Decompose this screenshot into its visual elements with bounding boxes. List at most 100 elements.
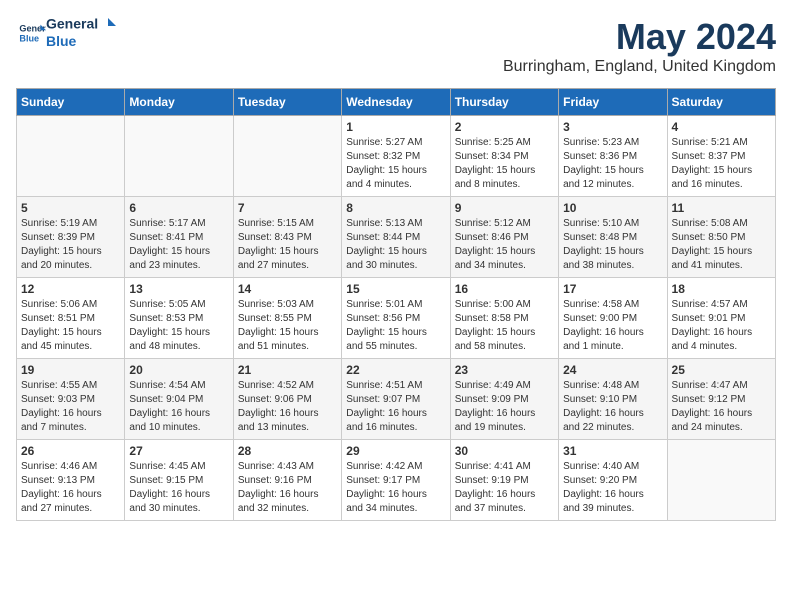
calendar-cell: 8Sunrise: 5:13 AM Sunset: 8:44 PM Daylig… bbox=[342, 197, 450, 278]
day-info: Sunrise: 4:46 AM Sunset: 9:13 PM Dayligh… bbox=[21, 460, 120, 516]
logo: General Blue General Blue bbox=[16, 16, 116, 49]
weekday-header-wednesday: Wednesday bbox=[342, 89, 450, 116]
logo-text: General Blue bbox=[46, 16, 116, 49]
calendar-cell: 2 Sunrise: 5:25 AM Sunset: 8:34 PM Daylig… bbox=[450, 116, 558, 197]
day-info: Sunrise: 5:06 AM Sunset: 8:51 PM Dayligh… bbox=[21, 298, 120, 354]
day-info: Sunrise: 5:15 AM Sunset: 8:43 PM Dayligh… bbox=[238, 217, 337, 273]
day-info: Sunrise: 5:23 AM Sunset: 8:36 PM Dayligh… bbox=[563, 136, 662, 192]
calendar-cell: 28Sunrise: 4:43 AM Sunset: 9:16 PM Dayli… bbox=[233, 440, 341, 521]
day-info: Sunrise: 5:13 AM Sunset: 8:44 PM Dayligh… bbox=[346, 217, 445, 273]
calendar-cell bbox=[17, 116, 125, 197]
calendar-cell: 31Sunrise: 4:40 AM Sunset: 9:20 PM Dayli… bbox=[559, 440, 667, 521]
day-number: 13 bbox=[129, 282, 228, 296]
day-info: Sunrise: 5:17 AM Sunset: 8:41 PM Dayligh… bbox=[129, 217, 228, 273]
calendar-cell: 15 Sunrise: 5:01 AM Sunset: 8:56 PM Dayli… bbox=[342, 278, 450, 359]
day-number: 18 bbox=[672, 282, 771, 296]
day-info: Sunrise: 5:12 AM Sunset: 8:46 PM Dayligh… bbox=[455, 217, 554, 273]
day-info: Sunrise: 5:03 AM Sunset: 8:55 PM Dayligh… bbox=[238, 298, 337, 354]
day-number: 22 bbox=[346, 363, 445, 377]
day-info: Sunrise: 5:10 AM Sunset: 8:48 PM Dayligh… bbox=[563, 217, 662, 273]
calendar-cell: 3 Sunrise: 5:23 AM Sunset: 8:36 PM Daylig… bbox=[559, 116, 667, 197]
day-info: Sunrise: 5:05 AM Sunset: 8:53 PM Dayligh… bbox=[129, 298, 228, 354]
day-number: 11 bbox=[672, 201, 771, 215]
day-info: Sunrise: 4:54 AM Sunset: 9:04 PM Dayligh… bbox=[129, 379, 228, 435]
calendar-cell: 30 Sunrise: 4:41 AM Sunset: 9:19 PM Dayli… bbox=[450, 440, 558, 521]
calendar-table: SundayMondayTuesdayWednesdayThursdayFrid… bbox=[16, 88, 776, 521]
day-info: Sunrise: 4:48 AM Sunset: 9:10 PM Dayligh… bbox=[563, 379, 662, 435]
calendar-cell bbox=[125, 116, 233, 197]
day-info: Sunrise: 4:41 AM Sunset: 9:19 PM Dayligh… bbox=[455, 460, 554, 516]
day-number: 15 bbox=[346, 282, 445, 296]
title-area: May 2024 Burringham, England, United Kin… bbox=[503, 16, 776, 76]
calendar-cell: 17Sunrise: 4:58 AM Sunset: 9:00 PM Dayli… bbox=[559, 278, 667, 359]
day-number: 9 bbox=[455, 201, 554, 215]
day-info: Sunrise: 5:21 AM Sunset: 8:37 PM Dayligh… bbox=[672, 136, 771, 192]
day-number: 26 bbox=[21, 444, 120, 458]
day-number: 4 bbox=[672, 120, 771, 134]
day-info: Sunrise: 4:58 AM Sunset: 9:00 PM Dayligh… bbox=[563, 298, 662, 354]
day-number: 16 bbox=[455, 282, 554, 296]
calendar-cell: 22 Sunrise: 4:51 AM Sunset: 9:07 PM Dayli… bbox=[342, 359, 450, 440]
day-info: Sunrise: 4:49 AM Sunset: 9:09 PM Dayligh… bbox=[455, 379, 554, 435]
day-info: Sunrise: 4:55 AM Sunset: 9:03 PM Dayligh… bbox=[21, 379, 120, 435]
calendar-cell: 19 Sunrise: 4:55 AM Sunset: 9:03 PM Dayli… bbox=[17, 359, 125, 440]
svg-text:Blue: Blue bbox=[19, 33, 39, 43]
day-number: 12 bbox=[21, 282, 120, 296]
day-number: 2 bbox=[455, 120, 554, 134]
calendar-cell: 1Sunrise: 5:27 AM Sunset: 8:32 PM Daylig… bbox=[342, 116, 450, 197]
calendar-cell: 26 Sunrise: 4:46 AM Sunset: 9:13 PM Dayli… bbox=[17, 440, 125, 521]
calendar-week-row: 12 Sunrise: 5:06 AM Sunset: 8:51 PM Dayli… bbox=[17, 278, 776, 359]
calendar-cell: 5Sunrise: 5:19 AM Sunset: 8:39 PM Daylig… bbox=[17, 197, 125, 278]
day-number: 30 bbox=[455, 444, 554, 458]
calendar-cell: 13 Sunrise: 5:05 AM Sunset: 8:53 PM Dayli… bbox=[125, 278, 233, 359]
day-info: Sunrise: 4:42 AM Sunset: 9:17 PM Dayligh… bbox=[346, 460, 445, 516]
day-info: Sunrise: 5:00 AM Sunset: 8:58 PM Dayligh… bbox=[455, 298, 554, 354]
calendar-cell: 21 Sunrise: 4:52 AM Sunset: 9:06 PM Dayli… bbox=[233, 359, 341, 440]
weekday-header-friday: Friday bbox=[559, 89, 667, 116]
day-number: 14 bbox=[238, 282, 337, 296]
calendar-cell: 16 Sunrise: 5:00 AM Sunset: 8:58 PM Dayli… bbox=[450, 278, 558, 359]
calendar-cell: 10 Sunrise: 5:10 AM Sunset: 8:48 PM Dayli… bbox=[559, 197, 667, 278]
day-number: 29 bbox=[346, 444, 445, 458]
day-number: 20 bbox=[129, 363, 228, 377]
day-info: Sunrise: 4:43 AM Sunset: 9:16 PM Dayligh… bbox=[238, 460, 337, 516]
day-info: Sunrise: 4:57 AM Sunset: 9:01 PM Dayligh… bbox=[672, 298, 771, 354]
day-info: Sunrise: 5:25 AM Sunset: 8:34 PM Dayligh… bbox=[455, 136, 554, 192]
day-number: 27 bbox=[129, 444, 228, 458]
day-number: 10 bbox=[563, 201, 662, 215]
weekday-header-row: SundayMondayTuesdayWednesdayThursdayFrid… bbox=[17, 89, 776, 116]
logo-icon: General Blue bbox=[18, 19, 46, 47]
calendar-week-row: 26 Sunrise: 4:46 AM Sunset: 9:13 PM Dayli… bbox=[17, 440, 776, 521]
calendar-week-row: 5Sunrise: 5:19 AM Sunset: 8:39 PM Daylig… bbox=[17, 197, 776, 278]
location: Burringham, England, United Kingdom bbox=[503, 58, 776, 76]
calendar-cell: 29 Sunrise: 4:42 AM Sunset: 9:17 PM Dayli… bbox=[342, 440, 450, 521]
month-title: May 2024 bbox=[503, 16, 776, 58]
day-info: Sunrise: 5:01 AM Sunset: 8:56 PM Dayligh… bbox=[346, 298, 445, 354]
calendar-week-row: 1Sunrise: 5:27 AM Sunset: 8:32 PM Daylig… bbox=[17, 116, 776, 197]
day-info: Sunrise: 4:45 AM Sunset: 9:15 PM Dayligh… bbox=[129, 460, 228, 516]
day-info: Sunrise: 4:47 AM Sunset: 9:12 PM Dayligh… bbox=[672, 379, 771, 435]
day-number: 3 bbox=[563, 120, 662, 134]
weekday-header-thursday: Thursday bbox=[450, 89, 558, 116]
day-number: 19 bbox=[21, 363, 120, 377]
calendar-cell: 9 Sunrise: 5:12 AM Sunset: 8:46 PM Daylig… bbox=[450, 197, 558, 278]
day-number: 25 bbox=[672, 363, 771, 377]
calendar-week-row: 19 Sunrise: 4:55 AM Sunset: 9:03 PM Dayli… bbox=[17, 359, 776, 440]
weekday-header-monday: Monday bbox=[125, 89, 233, 116]
calendar-cell: 6Sunrise: 5:17 AM Sunset: 8:41 PM Daylig… bbox=[125, 197, 233, 278]
calendar-cell: 18 Sunrise: 4:57 AM Sunset: 9:01 PM Dayli… bbox=[667, 278, 775, 359]
day-number: 5 bbox=[21, 201, 120, 215]
calendar-cell: 24Sunrise: 4:48 AM Sunset: 9:10 PM Dayli… bbox=[559, 359, 667, 440]
day-info: Sunrise: 5:27 AM Sunset: 8:32 PM Dayligh… bbox=[346, 136, 445, 192]
weekday-header-sunday: Sunday bbox=[17, 89, 125, 116]
day-info: Sunrise: 4:51 AM Sunset: 9:07 PM Dayligh… bbox=[346, 379, 445, 435]
calendar-cell bbox=[233, 116, 341, 197]
day-number: 21 bbox=[238, 363, 337, 377]
calendar-cell: 7Sunrise: 5:15 AM Sunset: 8:43 PM Daylig… bbox=[233, 197, 341, 278]
day-info: Sunrise: 4:52 AM Sunset: 9:06 PM Dayligh… bbox=[238, 379, 337, 435]
calendar-cell: 25 Sunrise: 4:47 AM Sunset: 9:12 PM Dayli… bbox=[667, 359, 775, 440]
calendar-cell: 23Sunrise: 4:49 AM Sunset: 9:09 PM Dayli… bbox=[450, 359, 558, 440]
calendar-cell: 11Sunrise: 5:08 AM Sunset: 8:50 PM Dayli… bbox=[667, 197, 775, 278]
calendar-cell bbox=[667, 440, 775, 521]
calendar-cell: 12 Sunrise: 5:06 AM Sunset: 8:51 PM Dayli… bbox=[17, 278, 125, 359]
